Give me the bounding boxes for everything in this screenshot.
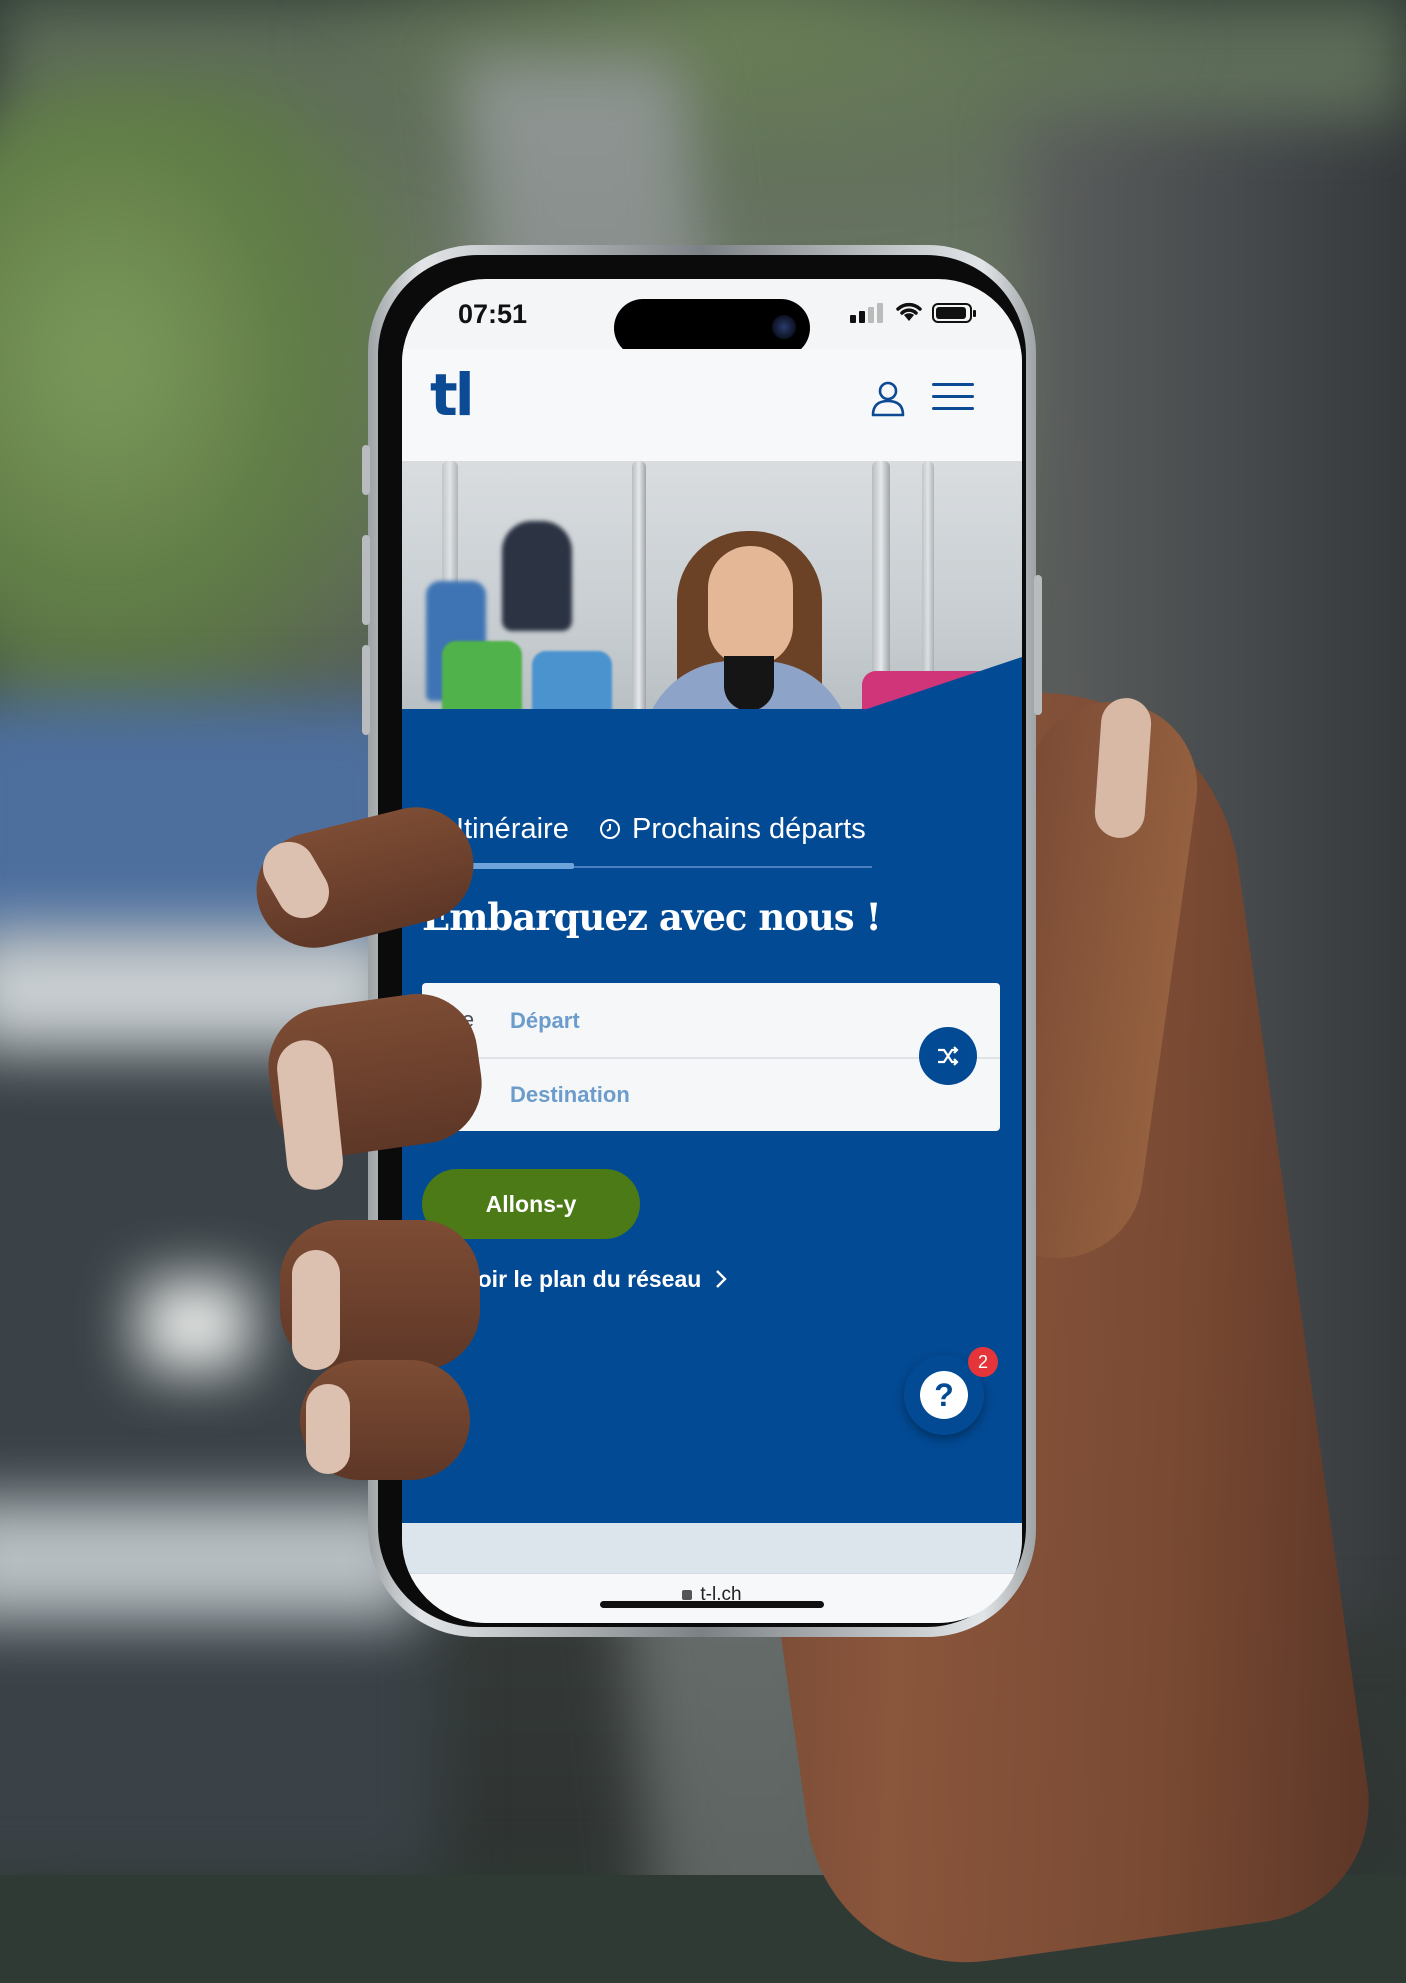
allons-y-button[interactable]: Allons-y	[422, 1169, 640, 1239]
site-header: tl	[402, 349, 1022, 461]
wifi-icon	[896, 302, 922, 321]
clock: 07:51	[458, 299, 528, 329]
page-title: Embarquez avec nous !	[422, 895, 882, 939]
question-icon: ?	[920, 1371, 968, 1419]
tab-prochains-departs[interactable]: Prochains départs	[598, 799, 866, 859]
browser-address-bar[interactable]: t-l.ch	[402, 1573, 1022, 1623]
swap-button[interactable]	[919, 1027, 977, 1085]
departure-input[interactable]	[508, 997, 912, 1045]
battery-icon	[932, 303, 976, 323]
to-row: À	[422, 1057, 1000, 1131]
phone-screen: 07:51 tl Itinéraire Prochains départs Em…	[402, 279, 1022, 1623]
user-icon[interactable]	[868, 379, 908, 419]
clock-icon	[600, 819, 620, 839]
page-section-below	[402, 1523, 1022, 1573]
status-bar: 07:51	[402, 279, 1022, 357]
notification-badge: 2	[968, 1347, 998, 1377]
tab-label: Itinéraire	[456, 812, 569, 845]
tab-label: Prochains départs	[632, 812, 866, 845]
hamburger-menu-icon[interactable]	[932, 383, 974, 415]
signal-icon	[850, 301, 884, 323]
tl-logo[interactable]: tl	[430, 361, 475, 429]
swap-arrows-icon	[938, 1046, 959, 1066]
camera-icon	[772, 315, 796, 339]
network-link-label: Voir le plan du réseau	[464, 1265, 702, 1292]
home-indicator[interactable]	[600, 1601, 824, 1608]
lock-icon	[682, 1590, 693, 1600]
chevron-right-icon	[716, 1270, 728, 1288]
search-tabs: Itinéraire Prochains départs	[422, 799, 982, 879]
from-row: De	[422, 983, 1000, 1059]
itinerary-form: De À	[422, 983, 1000, 1131]
destination-input[interactable]	[508, 1071, 912, 1119]
